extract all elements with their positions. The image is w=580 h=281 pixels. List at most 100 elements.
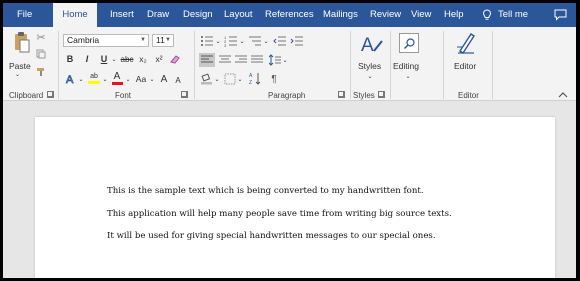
increase-indent-icon[interactable] bbox=[290, 35, 304, 47]
svg-text:Z: Z bbox=[249, 80, 252, 85]
styles-button[interactable]: Styles bbox=[358, 61, 381, 71]
chevron-down-icon[interactable]: ⌄ bbox=[237, 73, 243, 85]
svg-text:A: A bbox=[361, 35, 374, 55]
font-launcher[interactable] bbox=[181, 91, 188, 98]
paste-icon[interactable] bbox=[13, 31, 31, 55]
tab-file[interactable]: File bbox=[17, 3, 32, 27]
paste-dropdown-arrow-icon[interactable]: ⌄ bbox=[15, 71, 20, 78]
bullets-icon[interactable] bbox=[200, 35, 214, 47]
shrink-font-button[interactable]: A bbox=[173, 74, 183, 86]
chevron-down-icon: ▼ bbox=[165, 37, 171, 43]
tab-home[interactable]: Home bbox=[53, 3, 97, 27]
divider bbox=[58, 31, 59, 99]
tab-help[interactable]: Help bbox=[444, 3, 464, 27]
paste-label[interactable]: Paste bbox=[9, 61, 31, 71]
chevron-up-icon[interactable] bbox=[558, 90, 568, 100]
tab-insert[interactable]: Insert bbox=[110, 3, 134, 27]
italic-button[interactable]: I bbox=[82, 53, 92, 65]
chevron-down-icon: ▼ bbox=[140, 37, 146, 43]
highlight-icon[interactable]: ab bbox=[87, 71, 101, 85]
shading-icon[interactable] bbox=[200, 73, 213, 85]
svg-text:A: A bbox=[249, 73, 253, 79]
document-line[interactable]: This application will help many people s… bbox=[107, 209, 452, 219]
borders-icon[interactable] bbox=[224, 73, 236, 85]
copy-icon[interactable] bbox=[36, 49, 46, 59]
multilevel-icon[interactable] bbox=[248, 35, 262, 47]
ribbon-home: Paste ⌄ ✂ Clipboard Cambria ▼ 11 ▼ B I U… bbox=[3, 27, 576, 101]
divider bbox=[194, 31, 195, 99]
editor-icon[interactable] bbox=[456, 31, 476, 55]
font-name-dropdown[interactable]: Cambria ▼ bbox=[63, 34, 149, 47]
clipboard-group-label: Clipboard bbox=[9, 91, 44, 100]
chevron-down-icon[interactable]: ⌄ bbox=[239, 35, 245, 47]
chevron-down-icon[interactable]: ⌄ bbox=[367, 71, 373, 81]
align-left-icon bbox=[201, 55, 213, 63]
line-spacing-icon[interactable] bbox=[269, 54, 281, 66]
sort-icon[interactable]: A Z bbox=[249, 72, 262, 85]
clipboard-launcher[interactable] bbox=[47, 91, 54, 98]
change-case-button[interactable]: Aa bbox=[134, 73, 148, 85]
grow-font-button[interactable]: A bbox=[159, 73, 169, 85]
svg-text:3: 3 bbox=[224, 43, 227, 47]
tab-view[interactable]: View bbox=[411, 3, 431, 27]
center-icon[interactable] bbox=[219, 55, 231, 65]
cut-icon[interactable]: ✂ bbox=[35, 31, 47, 44]
font-color-icon[interactable]: A bbox=[111, 70, 123, 85]
word-window: File Home Insert Draw Design Layout Refe… bbox=[3, 3, 576, 278]
chevron-down-icon[interactable]: ⌄ bbox=[78, 73, 84, 85]
tab-mailings[interactable]: Mailings bbox=[323, 3, 358, 27]
underline-button[interactable]: U bbox=[99, 53, 109, 65]
tab-layout[interactable]: Layout bbox=[224, 3, 253, 27]
document-line[interactable]: This is the sample text which is being c… bbox=[107, 186, 424, 196]
search-button-frame[interactable] bbox=[399, 33, 419, 53]
chevron-down-icon[interactable]: ⌄ bbox=[263, 35, 269, 47]
chevron-down-icon[interactable]: ⌄ bbox=[125, 73, 131, 85]
chevron-down-icon[interactable]: ⌄ bbox=[215, 35, 221, 47]
align-left-button[interactable] bbox=[199, 53, 215, 67]
divider bbox=[350, 31, 351, 99]
styles-launcher[interactable] bbox=[378, 91, 385, 98]
superscript-button[interactable]: x² bbox=[153, 53, 165, 65]
align-right-icon[interactable] bbox=[235, 55, 247, 65]
tab-review[interactable]: Review bbox=[370, 3, 401, 27]
font-name-value: Cambria bbox=[67, 35, 100, 45]
editing-button[interactable]: Editing bbox=[393, 61, 419, 71]
text-effects-icon[interactable]: A bbox=[65, 73, 77, 85]
paragraph-group-label: Paragraph bbox=[268, 91, 306, 100]
chevron-down-icon[interactable]: ⌄ bbox=[214, 73, 220, 85]
bold-button[interactable]: B bbox=[65, 53, 75, 65]
styles-icon[interactable]: A bbox=[360, 33, 384, 55]
justify-icon[interactable] bbox=[251, 55, 263, 65]
divider bbox=[390, 31, 391, 99]
comment-icon[interactable] bbox=[554, 9, 567, 21]
document-page[interactable]: This is the sample text which is being c… bbox=[35, 117, 555, 278]
font-size-dropdown[interactable]: 11 ▼ bbox=[152, 34, 174, 47]
show-formatting-marks-button[interactable]: ¶ bbox=[269, 73, 279, 85]
editor-button[interactable]: Editor bbox=[454, 61, 476, 71]
paragraph-launcher[interactable] bbox=[338, 91, 345, 98]
ribbon-tab-bar: File Home Insert Draw Design Layout Refe… bbox=[3, 3, 576, 27]
subscript-button[interactable]: x₂ bbox=[137, 53, 149, 65]
strikethrough-button[interactable]: abc bbox=[119, 53, 135, 65]
chevron-down-icon[interactable]: ⌄ bbox=[282, 54, 288, 66]
tab-design[interactable]: Design bbox=[183, 3, 213, 27]
chevron-down-icon[interactable]: ⌄ bbox=[405, 71, 411, 81]
tab-references[interactable]: References bbox=[265, 3, 314, 27]
search-icon bbox=[404, 38, 415, 49]
svg-text:A: A bbox=[66, 74, 74, 85]
document-line[interactable]: It will be used for giving special handw… bbox=[107, 231, 436, 241]
clear-formatting-icon[interactable] bbox=[169, 53, 181, 65]
font-group-label: Font bbox=[115, 91, 132, 100]
chevron-down-icon[interactable]: ⌄ bbox=[149, 73, 155, 85]
editor-group-label: Editor bbox=[458, 91, 479, 100]
decrease-indent-icon[interactable] bbox=[273, 35, 287, 47]
chevron-down-icon[interactable]: ⌄ bbox=[111, 53, 117, 65]
tell-me-search[interactable]: Tell me bbox=[498, 3, 528, 27]
chevron-down-icon[interactable]: ⌄ bbox=[102, 73, 108, 85]
numbering-icon[interactable]: 1 2 3 bbox=[224, 35, 238, 47]
font-size-value: 11 bbox=[156, 35, 165, 45]
document-area: This is the sample text which is being c… bbox=[3, 101, 576, 278]
tab-draw[interactable]: Draw bbox=[147, 3, 169, 27]
tellme-bulb-icon bbox=[482, 9, 492, 20]
format-painter-icon[interactable] bbox=[36, 67, 46, 77]
